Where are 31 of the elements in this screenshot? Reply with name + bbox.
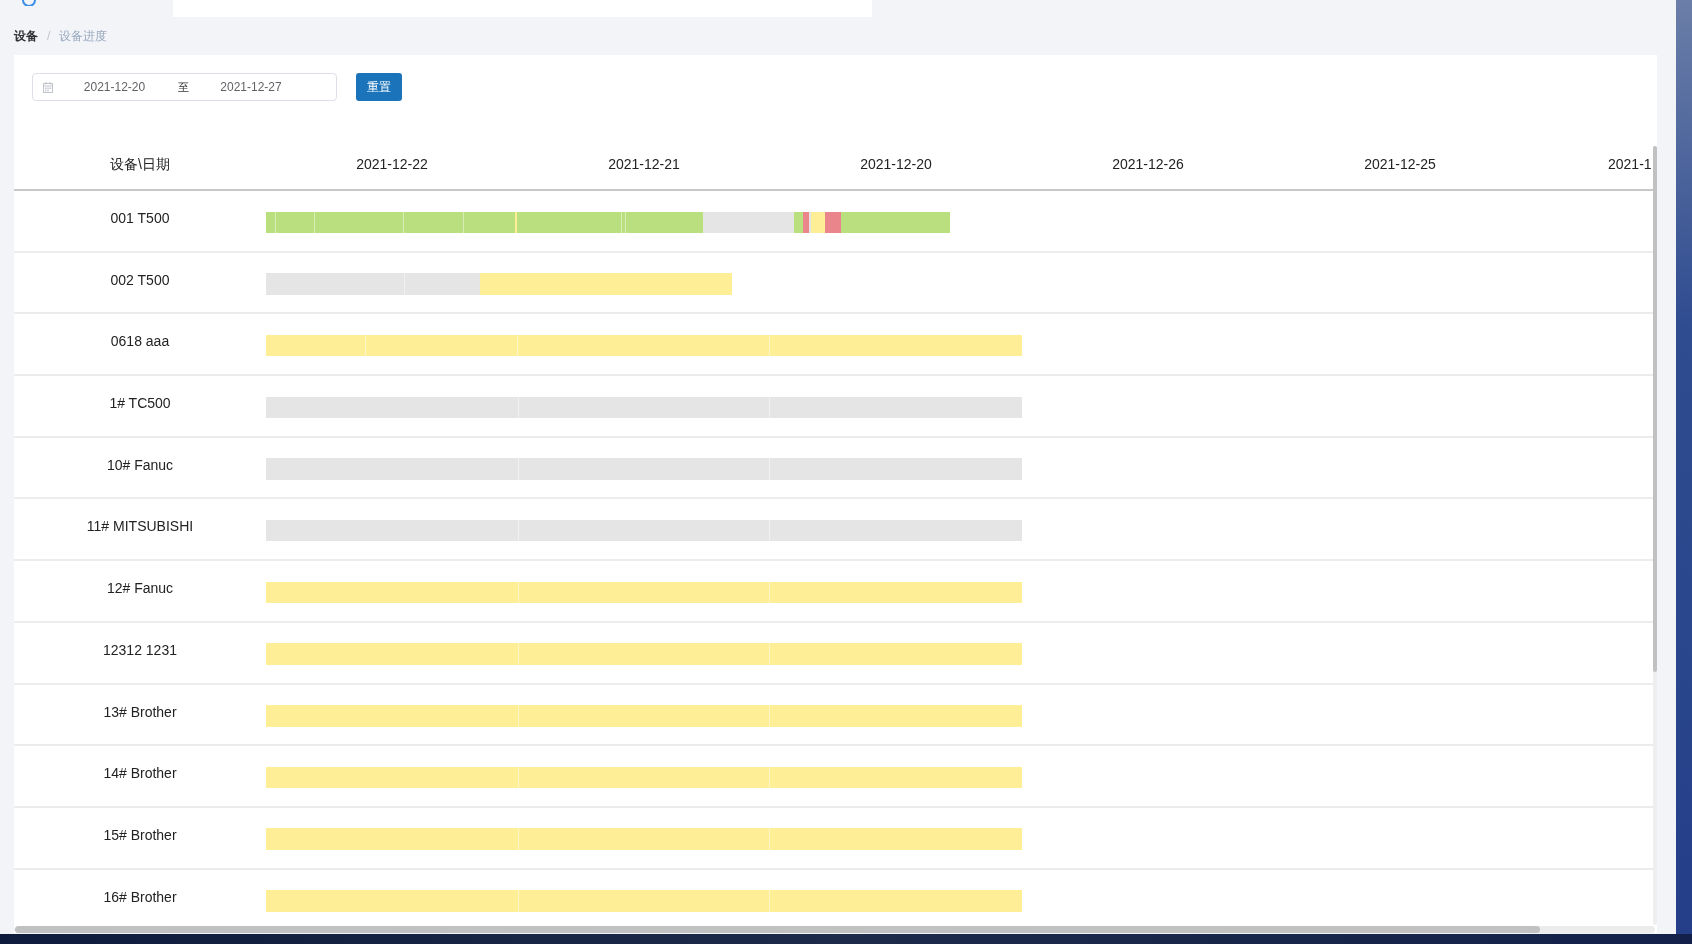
device-name: 0618 aaa <box>110 334 170 349</box>
breadcrumb-separator: / <box>47 29 51 43</box>
column-header: 设备\日期 <box>110 157 170 171</box>
column-header: 2021-12-26 <box>1112 157 1184 171</box>
device-name: 1# TC500 <box>109 396 171 411</box>
start-date-input[interactable]: 2021-12-20 <box>53 79 176 95</box>
column-header: 2021-12-25 <box>1364 157 1436 171</box>
device-name: 002 T500 <box>110 272 170 287</box>
column-header: 2021-12-20 <box>860 157 932 171</box>
column-header: 2021-12-22 <box>356 157 428 171</box>
date-range-picker[interactable]: 2021-12-20 至 2021-12-27 <box>32 73 337 101</box>
device-name: 001 T500 <box>110 211 170 225</box>
device-name: 13# Brother <box>103 704 177 719</box>
device-name: 12# Fanuc <box>106 581 174 596</box>
scrollbar-thumb[interactable] <box>1653 146 1657 672</box>
vertical-scrollbar[interactable] <box>1653 146 1657 925</box>
range-separator: 至 <box>178 80 190 94</box>
device-name: 15# Brother <box>103 827 177 842</box>
column-header: 2021-12-21 <box>608 157 680 171</box>
reset-button[interactable]: 重置 <box>356 73 402 101</box>
device-name: 14# Brother <box>103 766 177 781</box>
device-name: 11# MITSUBISHI <box>86 519 194 534</box>
breadcrumb-link[interactable]: 设备 <box>14 27 38 45</box>
end-date-input[interactable]: 2021-12-27 <box>190 79 312 95</box>
device-name: 16# Brother <box>103 889 177 904</box>
calendar-icon <box>43 81 53 93</box>
device-name: 10# Fanuc <box>106 457 174 472</box>
logo-icon[interactable] <box>22 0 36 6</box>
column-header: 2021-1 <box>1608 157 1652 171</box>
breadcrumb-current: 设备进度 <box>59 27 108 45</box>
device-name: 12312 1231 <box>103 642 177 657</box>
